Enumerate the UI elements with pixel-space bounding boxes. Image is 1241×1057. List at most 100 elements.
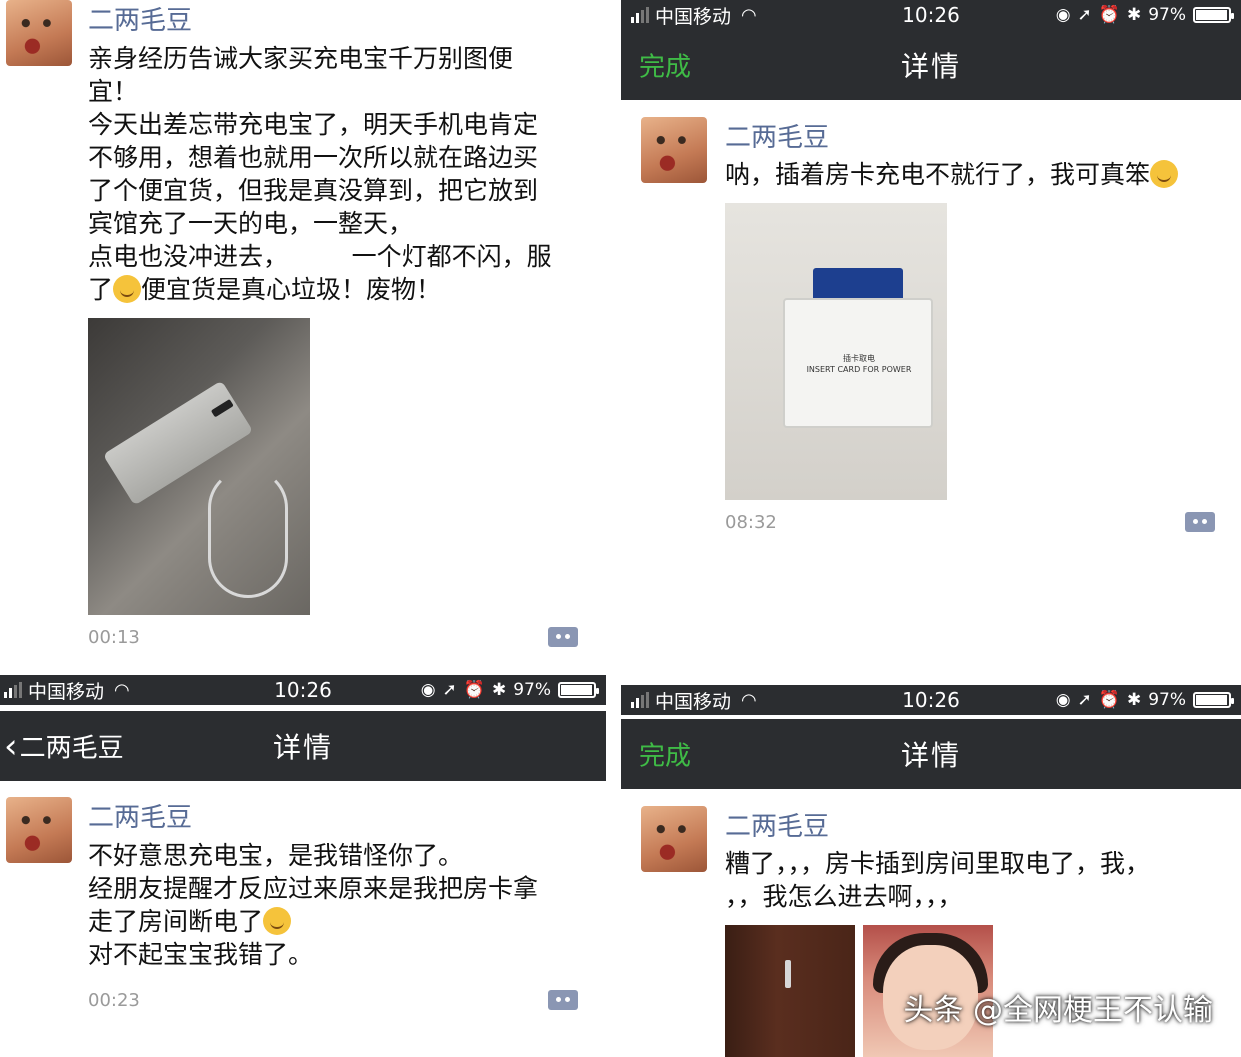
post-line: 亲身经历告诫大家买充电宝千万别图便 bbox=[88, 44, 514, 73]
username[interactable]: 二两毛豆 bbox=[725, 806, 829, 843]
post-line: 宾馆充了一天的电，一整天， bbox=[88, 209, 414, 238]
powerbank-photo[interactable] bbox=[88, 318, 310, 615]
battery-fill bbox=[1196, 10, 1228, 20]
battery-icon bbox=[1193, 692, 1234, 708]
alarm-icon: ⏰ bbox=[1098, 5, 1120, 25]
sad-emoji-icon bbox=[263, 907, 292, 935]
carrier: 中国移动 bbox=[28, 680, 105, 703]
wifi-icon: ◠ bbox=[741, 4, 757, 26]
timestamp: 08:32 bbox=[725, 512, 777, 533]
watermark: 头条 @全网梗王不认输 bbox=[903, 993, 1213, 1028]
battery-icon bbox=[1193, 7, 1234, 23]
wifi-icon: ◠ bbox=[114, 679, 130, 701]
post-line-text: 便宜货是真心垃圾！废物！ bbox=[141, 275, 442, 304]
username[interactable]: 二两毛豆 bbox=[725, 117, 829, 154]
battery-icon bbox=[558, 682, 599, 698]
laughing-emoji-icon bbox=[1150, 160, 1179, 188]
battery-percent: 97% bbox=[1148, 5, 1186, 25]
nav-title: 详情 bbox=[900, 50, 962, 83]
moment-panel-cardslot: 中国移动 ◠ 10:26 ◉ ➚ ⏰ ✱ 97% 完成 详情 二两毛豆 呐，插着… bbox=[621, 0, 1241, 680]
alarm-icon: ⏰ bbox=[1098, 690, 1120, 710]
post-line: 走了房间断电了 bbox=[88, 905, 588, 938]
card-slot-photo[interactable]: 插卡取电 INSERT CARD FOR POWER bbox=[725, 203, 947, 500]
door-handle-shape bbox=[785, 960, 791, 988]
signal-icon bbox=[631, 7, 649, 23]
status-right: ◉ ➚ ⏰ ✱ 97% bbox=[1055, 5, 1234, 25]
signal-icon bbox=[631, 692, 649, 708]
done-button[interactable]: 完成 bbox=[639, 47, 691, 84]
location-icon: ➚ bbox=[1077, 690, 1092, 710]
moment-panel-powerbank: 二两毛豆 亲身经历告诫大家买充电宝千万别图便 宜！ 今天出差忘带充电宝了，明天手… bbox=[0, 0, 606, 672]
orientation-lock-icon: ◉ bbox=[420, 680, 436, 700]
timestamp: 00:23 bbox=[88, 990, 140, 1011]
door-photo[interactable] bbox=[725, 925, 855, 1057]
carrier: 中国移动 bbox=[655, 5, 732, 28]
status-right: ◉ ➚ ⏰ ✱ 97% bbox=[1055, 690, 1234, 710]
battery-fill bbox=[1196, 695, 1228, 705]
battery-percent: 97% bbox=[513, 680, 551, 700]
post-text: 不好意思充电宝，是我错怪你了。 经朋友提醒才反应过来原来是我把房卡拿 走了房间断… bbox=[88, 839, 588, 971]
post-line: 宜！ bbox=[88, 77, 139, 106]
location-icon: ➚ bbox=[442, 680, 457, 700]
post-line: 经朋友提醒才反应过来原来是我把房卡拿 bbox=[88, 874, 539, 903]
avatar[interactable] bbox=[641, 117, 707, 183]
orientation-lock-icon: ◉ bbox=[1055, 690, 1071, 710]
clock: 10:26 bbox=[274, 678, 332, 702]
post-line: 点电也没冲进去， 一个灯都不闪，服 bbox=[88, 242, 552, 271]
awkward-emoji-icon bbox=[113, 275, 142, 303]
location-icon: ➚ bbox=[1077, 5, 1092, 25]
back-label: 二两毛豆 bbox=[19, 733, 124, 764]
column-divider bbox=[606, 0, 621, 1057]
usb-port-shape bbox=[210, 399, 234, 418]
username[interactable]: 二两毛豆 bbox=[88, 0, 192, 37]
post-line: ，，我怎么进去啊，，， bbox=[725, 882, 963, 911]
avatar[interactable] bbox=[6, 0, 72, 66]
chevron-left-icon: ‹ bbox=[4, 726, 18, 766]
post-text: 糟了，，，房卡插到房间里取电了，我， ，，我怎么进去啊，，， bbox=[725, 847, 1235, 913]
wifi-icon: ◠ bbox=[741, 689, 757, 711]
avatar[interactable] bbox=[6, 797, 72, 863]
battery-fill bbox=[561, 685, 593, 695]
nav-bar: ‹ 二两毛豆 详情 bbox=[0, 711, 606, 781]
clock: 10:26 bbox=[902, 3, 960, 27]
username[interactable]: 二两毛豆 bbox=[88, 797, 192, 834]
post-line: 糟了，，，房卡插到房间里取电了，我， bbox=[725, 849, 1151, 878]
bluetooth-icon: ✱ bbox=[1126, 690, 1142, 710]
nav-title: 详情 bbox=[900, 739, 962, 772]
comment-icon[interactable] bbox=[548, 627, 578, 647]
nav-title: 详情 bbox=[272, 731, 334, 764]
post-text: 亲身经历告诫大家买充电宝千万别图便 宜！ 今天出差忘带充电宝了，明天手机电肯定 … bbox=[88, 42, 588, 306]
nav-bar: 完成 详情 bbox=[621, 30, 1241, 100]
bluetooth-icon: ✱ bbox=[1126, 5, 1142, 25]
post-line-text: 走了房间断电了 bbox=[88, 907, 264, 936]
post-line: 了便宜货是真心垃圾！废物！ bbox=[88, 273, 588, 306]
post-line: 不好意思充电宝，是我错怪你了。 bbox=[88, 841, 464, 870]
moment-panel-apology: 中国移动 ◠ 10:26 ◉ ➚ ⏰ ✱ 97% ‹ 二两毛豆 详情 二两毛豆 不… bbox=[0, 675, 606, 1057]
card-slot-label: 插卡取电 INSERT CARD FOR POWER bbox=[806, 354, 912, 374]
post-line: 不够用，想着也就用一次所以就在路边买 bbox=[88, 143, 539, 172]
done-button[interactable]: 完成 bbox=[639, 736, 691, 773]
post-line: 了个便宜货，但我是真没算到，把它放到 bbox=[88, 176, 539, 205]
orientation-lock-icon: ◉ bbox=[1055, 5, 1071, 25]
status-bar: 中国移动 ◠ 10:26 ◉ ➚ ⏰ ✱ 97% bbox=[0, 675, 606, 705]
avatar[interactable] bbox=[641, 806, 707, 872]
status-bar: 中国移动 ◠ 10:26 ◉ ➚ ⏰ ✱ 97% bbox=[621, 0, 1241, 30]
post-line-text: 了 bbox=[88, 275, 114, 304]
cable-shape bbox=[208, 468, 288, 598]
comment-icon[interactable] bbox=[548, 990, 578, 1010]
comment-icon[interactable] bbox=[1185, 512, 1215, 532]
post-line: 今天出差忘带充电宝了，明天手机电肯定 bbox=[88, 110, 539, 139]
post-line-text: 呐，插着房卡充电不就行了，我可真笨 bbox=[725, 160, 1151, 189]
post-line: 呐，插着房卡充电不就行了，我可真笨 bbox=[725, 158, 1235, 191]
signal-icon bbox=[4, 682, 22, 698]
status-right: ◉ ➚ ⏰ ✱ 97% bbox=[420, 680, 599, 700]
alarm-icon: ⏰ bbox=[463, 680, 485, 700]
status-bar: 中国移动 ◠ 10:26 ◉ ➚ ⏰ ✱ 97% bbox=[621, 685, 1241, 715]
nav-bar: 完成 详情 bbox=[621, 719, 1241, 789]
post-line: 对不起宝宝我错了。 bbox=[88, 940, 314, 969]
bluetooth-icon: ✱ bbox=[491, 680, 507, 700]
timestamp: 00:13 bbox=[88, 627, 140, 648]
back-button[interactable]: ‹ 二两毛豆 bbox=[4, 728, 124, 765]
clock: 10:26 bbox=[902, 688, 960, 712]
carrier: 中国移动 bbox=[655, 690, 732, 713]
